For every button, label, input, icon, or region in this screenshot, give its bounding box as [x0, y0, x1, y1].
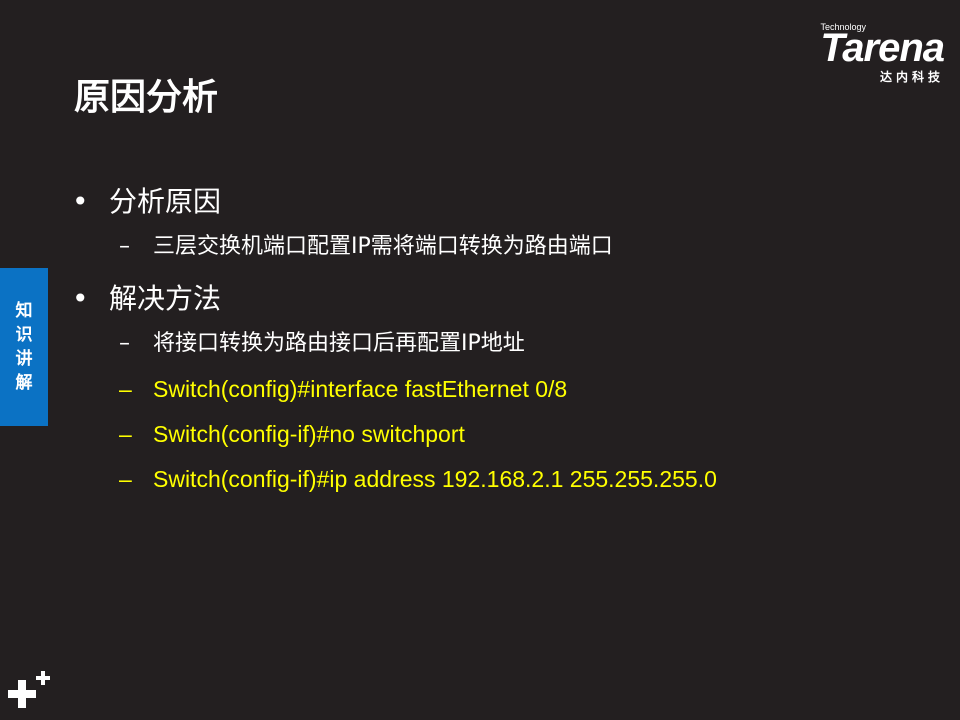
- sub-bullet-text: 将接口转换为路由接口后再配置IP地址: [153, 331, 525, 356]
- section-tab-char: 讲: [15, 349, 33, 369]
- dash-icon: –: [119, 466, 132, 492]
- section-tab-knowledge: 知 识 讲 解: [0, 268, 48, 426]
- bullet-text: 分析原因: [109, 185, 222, 218]
- bullet-icon: •: [72, 282, 89, 315]
- section-tab-char: 知: [15, 301, 33, 321]
- dash-icon: –: [119, 376, 132, 402]
- bullet-text: 解决方法: [109, 282, 222, 315]
- logo-cn-name: 达内科技: [879, 70, 944, 84]
- slide-content: • 分析原因 – 三层交换机端口配置IP需将端口转换为路由端口 • 解决方法 –…: [72, 180, 932, 509]
- sub-bullet-item: – 三层交换机端口配置IP需将端口转换为路由端口: [72, 232, 932, 262]
- bullet-item: • 分析原因: [72, 180, 932, 224]
- dash-icon: –: [119, 234, 130, 259]
- sub-bullet-item: – 将接口转换为路由接口后再配置IP地址: [72, 329, 932, 359]
- command-line-item: – Switch(config-if)#ip address 192.168.2…: [72, 464, 932, 494]
- bullet-item: • 解决方法: [72, 277, 932, 321]
- bullet-icon: •: [72, 185, 89, 218]
- command-text: Switch(config)#interface fastEthernet 0/…: [153, 376, 568, 402]
- command-line-item: – Switch(config-if)#no switchport: [72, 419, 932, 449]
- section-tab-char: 识: [15, 325, 33, 345]
- command-text: Switch(config-if)#ip address 192.168.2.1…: [153, 466, 717, 492]
- dash-icon: –: [119, 421, 132, 447]
- tarena-logo: Technology Tarena 达内科技: [820, 22, 945, 85]
- command-text: Switch(config-if)#no switchport: [153, 421, 465, 447]
- logo-brand: Tarena: [820, 26, 945, 70]
- dash-icon: –: [119, 331, 130, 356]
- plus-icon: [8, 671, 50, 708]
- logo-tagline: Technology: [820, 22, 866, 32]
- slide-title: 原因分析: [74, 77, 219, 118]
- command-line-item: – Switch(config)#interface fastEthernet …: [72, 374, 932, 404]
- sub-bullet-text: 三层交换机端口配置IP需将端口转换为路由端口: [153, 234, 613, 259]
- section-tab-char: 解: [15, 373, 33, 393]
